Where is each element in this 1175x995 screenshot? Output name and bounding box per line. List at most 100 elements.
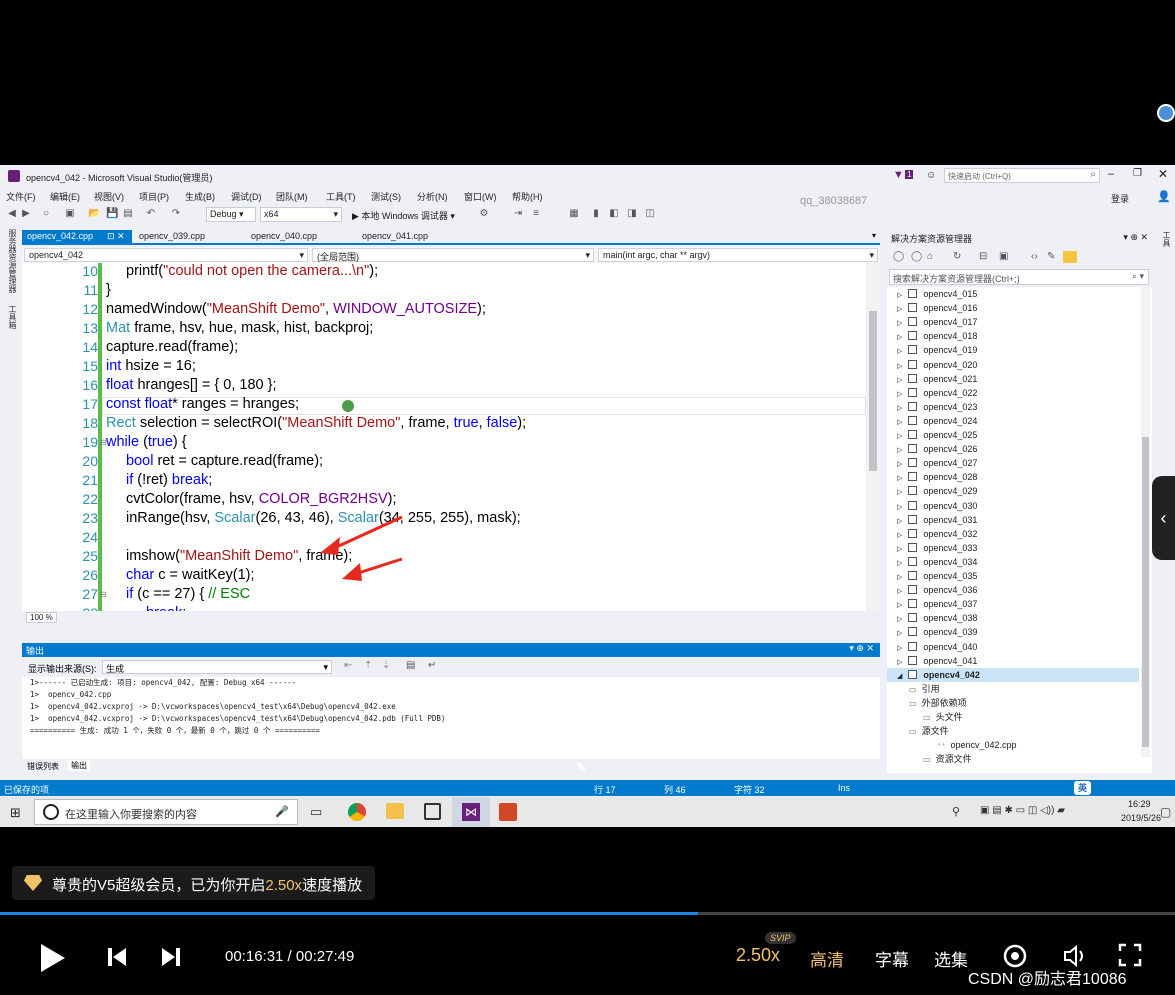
- tree-source-file-cpp[interactable]: ⁺⁺ opencv_042.cpp: [937, 738, 1017, 752]
- tree-project-opencv4-040[interactable]: ▷ opencv4_040: [887, 640, 1139, 654]
- chrome-icon[interactable]: [348, 803, 366, 821]
- circle-icon[interactable]: ○: [40, 208, 52, 220]
- menu-window[interactable]: 窗口(W): [464, 190, 497, 203]
- tree-project-opencv4-038[interactable]: ▷ opencv4_038: [887, 611, 1139, 625]
- format-icon[interactable]: ≡: [530, 208, 542, 220]
- expand-arrow-icon[interactable]: ▷: [897, 320, 904, 327]
- save-all-icon[interactable]: ▤: [122, 208, 134, 220]
- scrollbar-thumb[interactable]: [869, 311, 877, 471]
- play-icon[interactable]: [38, 942, 68, 974]
- menu-build[interactable]: 生成(B): [185, 190, 215, 203]
- next-message-icon[interactable]: ⇣: [382, 660, 390, 671]
- tree-project-opencv4-030[interactable]: ▷ opencv4_030: [887, 499, 1139, 513]
- editor-scrollbar[interactable]: [866, 263, 880, 613]
- bookmark-next-icon[interactable]: ◨: [626, 208, 638, 220]
- tree-project-opencv4-036[interactable]: ▷ opencv4_036: [887, 583, 1139, 597]
- function-dropdown[interactable]: main(int argc, char ** argv) ▾: [598, 248, 878, 262]
- previous-icon[interactable]: [106, 946, 128, 968]
- properties-icon[interactable]: ✎: [1047, 251, 1055, 262]
- windows-start-icon[interactable]: ⊞: [10, 805, 21, 821]
- menu-view[interactable]: 视图(V): [94, 190, 124, 203]
- open-icon[interactable]: 📂: [88, 208, 100, 220]
- expand-arrow-icon[interactable]: ▷: [897, 504, 904, 511]
- server-explorer-tab[interactable]: 服务器资源管理器: [8, 229, 17, 293]
- login-link[interactable]: 登录: [1111, 192, 1129, 205]
- tool-icon[interactable]: ⚙: [478, 208, 490, 220]
- tree-external-deps[interactable]: ▭ 外部依赖项: [909, 696, 967, 710]
- output-text[interactable]: 1>------ 已启动生成: 项目: opencv4_042, 配置: Deb…: [22, 677, 880, 759]
- episodes-button[interactable]: 选集: [934, 946, 968, 971]
- tab-opencv-042[interactable]: opencv_042.cpp ⊡ ✕: [22, 230, 132, 244]
- expand-arrow-icon[interactable]: ▷: [897, 363, 904, 370]
- menu-edit[interactable]: 编辑(E): [50, 190, 80, 203]
- tree-header-files[interactable]: ▭ 头文件: [923, 710, 963, 724]
- expand-arrow-icon[interactable]: ▷: [897, 489, 904, 496]
- tree-project-opencv4-041[interactable]: ▷ opencv4_041: [887, 654, 1139, 668]
- tree-scrollbar[interactable]: [1141, 287, 1150, 757]
- expand-arrow-icon[interactable]: ▷: [897, 405, 904, 412]
- back-icon[interactable]: ◀: [6, 208, 18, 220]
- project-dropdown[interactable]: opencv4_042 ▾: [24, 248, 308, 262]
- restore-button[interactable]: ❐: [1133, 168, 1142, 179]
- tree-project-opencv4-031[interactable]: ▷ opencv4_031: [887, 513, 1139, 527]
- side-collapse-handle[interactable]: ‹: [1152, 476, 1175, 560]
- tree-project-opencv4-018[interactable]: ▷ opencv4_018: [887, 329, 1139, 343]
- tab-opencv-039[interactable]: opencv_039.cpp: [134, 230, 210, 244]
- tree-references[interactable]: ▭ 引用: [909, 682, 940, 696]
- expand-arrow-icon[interactable]: ▷: [897, 377, 904, 384]
- minimize-button[interactable]: –: [1108, 168, 1114, 180]
- menu-help[interactable]: 帮助(H): [512, 190, 543, 203]
- tree-source-files[interactable]: ▭ 源文件: [909, 724, 949, 738]
- tree-project-opencv4-042[interactable]: ◢ opencv4_042: [887, 667, 1139, 682]
- expand-arrow-icon[interactable]: ▷: [897, 518, 904, 525]
- tab-overflow-icon[interactable]: ▾: [872, 231, 876, 240]
- expand-arrow-icon[interactable]: ▷: [897, 419, 904, 426]
- notification-badge[interactable]: 1: [905, 170, 914, 179]
- code-editor[interactable]: 10 printf("could not open the camera...\…: [22, 263, 880, 623]
- solution-search-input[interactable]: 搜索解决方案资源管理器(Ctrl+;) ⌕ ▾: [889, 269, 1149, 285]
- expand-arrow-icon[interactable]: ▷: [897, 630, 904, 637]
- powerpoint-icon[interactable]: [499, 803, 517, 821]
- show-all-icon[interactable]: ▣: [999, 251, 1008, 262]
- home-icon[interactable]: ⌂: [927, 251, 933, 262]
- taskbar-search-input[interactable]: 在这里输入你要搜索的内容 🎤: [34, 799, 298, 825]
- collapse-all-icon[interactable]: ⊟: [979, 251, 987, 262]
- menu-project[interactable]: 项目(P): [139, 190, 169, 203]
- expand-arrow-icon[interactable]: ▷: [897, 433, 904, 440]
- tree-scrollbar-thumb[interactable]: [1142, 437, 1149, 747]
- tree-project-opencv4-034[interactable]: ▷ opencv4_034: [887, 555, 1139, 569]
- tab-output[interactable]: 输出: [68, 760, 90, 771]
- vs-taskbar-button[interactable]: ⋈: [452, 797, 490, 827]
- menu-test[interactable]: 测试(S): [371, 190, 401, 203]
- menu-analyze[interactable]: 分析(N): [417, 190, 448, 203]
- right-side-tab[interactable]: 工具: [1158, 231, 1172, 331]
- prev-message-icon[interactable]: ⇡: [364, 660, 372, 671]
- undo-icon[interactable]: ↶: [145, 208, 157, 220]
- find-message-icon[interactable]: ⇤: [344, 660, 352, 671]
- expand-arrow-icon[interactable]: ▷: [897, 306, 904, 313]
- speed-button[interactable]: 2.50x: [736, 945, 780, 966]
- people-icon[interactable]: ⚲: [952, 805, 960, 818]
- expand-arrow-icon[interactable]: ▷: [897, 475, 904, 482]
- comment-icon[interactable]: ▦: [568, 208, 580, 220]
- tree-project-opencv4-032[interactable]: ▷ opencv4_032: [887, 527, 1139, 541]
- expand-arrow-icon[interactable]: ▷: [897, 292, 904, 299]
- tree-project-opencv4-033[interactable]: ▷ opencv4_033: [887, 541, 1139, 555]
- feedback-icon[interactable]: ☺: [926, 170, 936, 181]
- run-debugger-button[interactable]: ▶ 本地 Windows 调试器 ▾: [352, 209, 455, 222]
- expand-arrow-icon[interactable]: ▷: [897, 546, 904, 553]
- expand-arrow-icon[interactable]: ▷: [897, 348, 904, 355]
- tree-project-opencv4-021[interactable]: ▷ opencv4_021: [887, 372, 1139, 386]
- back-icon[interactable]: ◯: [893, 251, 904, 262]
- tree-resource-files[interactable]: ▭ 资源文件: [923, 752, 972, 766]
- config-select[interactable]: Debug ▾: [206, 207, 256, 222]
- tree-project-opencv4-035[interactable]: ▷ opencv4_035: [887, 569, 1139, 583]
- expand-arrow-icon[interactable]: ▷: [897, 334, 904, 341]
- sync-icon[interactable]: ↻: [953, 251, 961, 262]
- expand-arrow-icon[interactable]: ▷: [897, 574, 904, 581]
- word-wrap-icon[interactable]: ↵: [428, 660, 436, 671]
- menu-file[interactable]: 文件(F): [6, 190, 36, 203]
- zoom-select[interactable]: 100 %: [26, 612, 57, 623]
- code-icon[interactable]: ‹›: [1031, 251, 1038, 262]
- toolbox-tab[interactable]: 工具箱: [7, 305, 18, 329]
